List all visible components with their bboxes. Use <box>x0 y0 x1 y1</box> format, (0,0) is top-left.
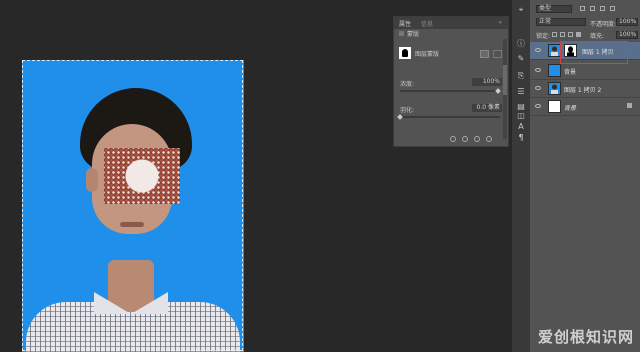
pixel-mask-button[interactable] <box>480 50 489 58</box>
filter-adjust-icon[interactable] <box>590 6 595 11</box>
info-icon[interactable]: ⓘ <box>517 40 525 48</box>
eye-icon[interactable] <box>535 48 541 52</box>
opacity-field[interactable]: 100% <box>616 18 638 26</box>
vector-mask-button[interactable] <box>493 50 502 58</box>
tab-properties[interactable]: 属性 <box>394 19 416 28</box>
lock-pixels-icon[interactable] <box>552 32 557 37</box>
blend-mode-dropdown[interactable]: 正常 <box>536 18 586 26</box>
lock-position-icon[interactable] <box>568 32 573 37</box>
properties-bottom-icons <box>450 136 492 142</box>
mask-title: 图层蒙版 <box>415 50 440 58</box>
adjust-icon[interactable]: ☰ <box>517 88 525 96</box>
layer-thumbnail <box>548 64 561 77</box>
layer-name: 背景 <box>564 69 577 76</box>
channels-icon[interactable]: ◫ <box>517 112 525 120</box>
feather-slider[interactable] <box>400 116 500 118</box>
layer-thumbnail <box>548 100 561 113</box>
mask-mini-icon <box>399 31 404 36</box>
properties-tabs: 属性 信息 <box>394 17 508 29</box>
eye-toggle-icon[interactable] <box>474 136 480 142</box>
eye-icon[interactable] <box>535 68 541 72</box>
lock-label: 锁定: <box>536 33 551 40</box>
properties-panel: 属性 信息 » 蒙版 图层蒙版 浓度: 100% 羽化: 0.0 像素 <box>393 16 509 147</box>
character-icon[interactable]: A <box>517 123 525 131</box>
lock-icon <box>627 103 632 108</box>
density-label: 浓度: <box>400 81 415 88</box>
filter-shape-icon[interactable] <box>610 6 615 11</box>
panel-dock-strip: ⌖ ⓘ ✎ ⎘ ☰ ▤ ◫ A ¶ <box>512 0 530 352</box>
filter-kind-dropdown[interactable]: 类型 <box>536 5 572 13</box>
portrait-thumb-icon <box>551 84 558 94</box>
density-field[interactable]: 100% <box>472 78 502 86</box>
layer-row[interactable]: 图层 1 拷贝 2 <box>530 80 640 98</box>
mask-row: 图层蒙版 <box>399 47 439 59</box>
layer-name: 图层 1 拷贝 2 <box>564 87 602 94</box>
brush-icon[interactable]: ✎ <box>517 55 525 63</box>
trash-icon[interactable] <box>486 136 492 142</box>
watermark: 爱创根知识网 <box>538 328 635 346</box>
feather-field[interactable]: 0.0 像素 <box>472 104 502 112</box>
lock-image-icon[interactable] <box>560 32 565 37</box>
filter-pixel-icon[interactable] <box>580 6 585 11</box>
layer-row[interactable]: 背景 <box>530 62 640 80</box>
highlight-box <box>560 41 628 64</box>
eye-icon[interactable] <box>535 104 541 108</box>
layer-thumbnail <box>548 82 561 95</box>
clone-icon[interactable]: ⎘ <box>517 72 525 80</box>
opacity-label: 不透明度: <box>590 21 617 28</box>
apply-mask-icon[interactable] <box>462 136 468 142</box>
mask-thumbnail[interactable] <box>399 47 411 59</box>
properties-section-header: 蒙版 <box>394 29 508 38</box>
properties-scrollbar[interactable] <box>503 39 507 139</box>
layers-icon[interactable]: ▤ <box>517 103 525 111</box>
marching-ants-selection <box>22 60 243 351</box>
double-chevron-icon[interactable]: » <box>498 19 502 26</box>
tab-info[interactable]: 信息 <box>416 19 438 28</box>
layer-name: 背景 <box>564 105 577 112</box>
history-icon[interactable]: ⌖ <box>517 6 525 14</box>
filter-type-icon[interactable] <box>600 6 605 11</box>
portrait-thumb-icon <box>551 46 558 56</box>
fill-label: 填充: <box>590 33 605 40</box>
eye-icon[interactable] <box>535 86 541 90</box>
layer-row[interactable]: 背景 <box>530 98 640 116</box>
density-slider[interactable] <box>400 90 500 92</box>
section-label: 蒙版 <box>407 31 420 38</box>
feather-label: 羽化: <box>400 107 415 114</box>
fill-field[interactable]: 100% <box>616 31 638 39</box>
lock-all-icon[interactable] <box>576 32 581 37</box>
selection-icon[interactable] <box>450 136 456 142</box>
paragraph-icon[interactable]: ¶ <box>517 134 525 142</box>
